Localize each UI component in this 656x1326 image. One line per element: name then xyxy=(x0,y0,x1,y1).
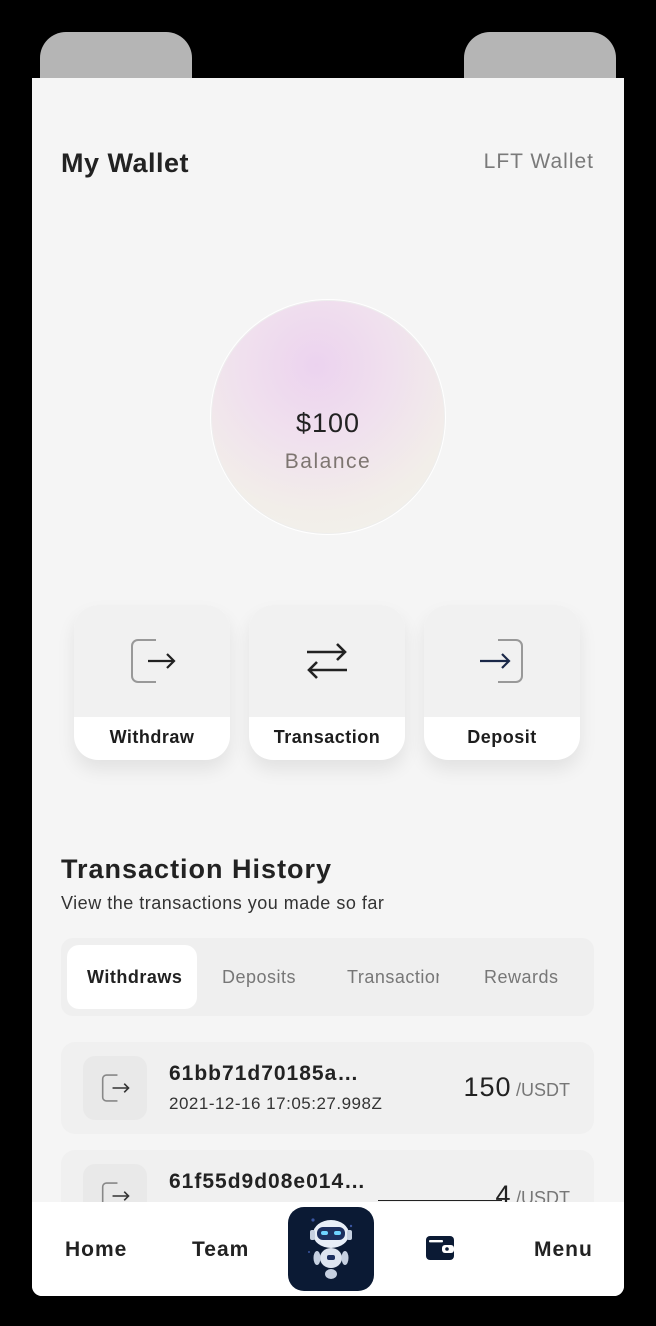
wallet-screen: My Wallet LFT Wallet $100 Balance Withdr… xyxy=(32,78,624,1296)
deposit-button[interactable]: Deposit xyxy=(424,605,580,760)
page-title: My Wallet xyxy=(61,148,190,178)
wallet-nav-button[interactable] xyxy=(426,1236,454,1265)
tab-deposits[interactable]: Deposits xyxy=(222,945,332,1009)
tab-rewards[interactable]: Rewards xyxy=(484,945,584,1009)
device-frame-left xyxy=(40,32,192,82)
withdraw-label: Withdraw xyxy=(109,727,195,747)
balance-amount: $100 xyxy=(295,408,361,438)
wallet-icon xyxy=(426,1236,454,1260)
nav-menu[interactable]: Menu xyxy=(534,1238,593,1262)
device-frame-right xyxy=(464,32,616,82)
transaction-id: 61f55d9d08e014… xyxy=(169,1170,367,1193)
transaction-label: Transaction xyxy=(273,727,381,747)
withdraw-icon xyxy=(131,639,176,683)
transaction-date: 2021-12-16 17:05:27.998Z xyxy=(169,1094,383,1113)
robot-icon xyxy=(308,1218,353,1279)
withdraw-icon xyxy=(101,1074,130,1102)
deposit-icon xyxy=(480,639,523,683)
tab-transactions[interactable]: Transactions xyxy=(347,945,439,1009)
tab-withdraws[interactable]: Withdraws xyxy=(67,945,197,1009)
transaction-amount: 150 /USDT xyxy=(463,1072,570,1103)
balance-circle: $100 Balance xyxy=(210,299,446,535)
robot-button[interactable] xyxy=(288,1207,374,1291)
nav-active-indicator xyxy=(378,1200,502,1201)
withdraw-button[interactable]: Withdraw xyxy=(74,605,230,760)
nav-home[interactable]: Home xyxy=(65,1238,127,1262)
history-subtitle: View the transactions you made so far xyxy=(61,893,385,913)
history-title: Transaction History xyxy=(61,854,333,884)
transaction-row[interactable]: 61bb71d70185a… 2021-12-16 17:05:27.998Z … xyxy=(61,1042,594,1134)
transaction-button[interactable]: Transaction xyxy=(249,605,405,760)
transaction-id: 61bb71d70185a… xyxy=(169,1062,360,1085)
amount-unit: /USDT xyxy=(516,1080,570,1100)
transfer-arrows-icon xyxy=(307,643,347,679)
nav-team[interactable]: Team xyxy=(192,1238,249,1262)
history-tabs: Withdraws Deposits Transactions Rewards xyxy=(61,938,594,1016)
lft-wallet-link[interactable]: LFT Wallet xyxy=(484,150,594,174)
bottom-nav: Home Team Menu xyxy=(32,1202,624,1296)
balance-label: Balance xyxy=(284,450,372,473)
amount-value: 150 xyxy=(463,1072,512,1102)
deposit-label: Deposit xyxy=(467,727,537,747)
